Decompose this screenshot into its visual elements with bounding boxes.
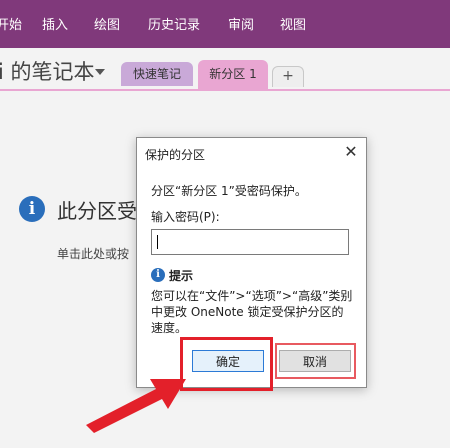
ribbon-tab-home[interactable]: 开始 xyxy=(0,14,22,33)
add-section-button[interactable]: + xyxy=(272,66,304,87)
password-input[interactable] xyxy=(151,229,349,255)
tip-heading: 提示 xyxy=(169,269,194,283)
ribbon-tab-history[interactable]: 历史记录 xyxy=(148,14,200,33)
notebook-title[interactable]: i 的笔记本 xyxy=(0,56,95,86)
cancel-button-highlight xyxy=(275,343,356,379)
ribbon-tab-insert[interactable]: 插入 xyxy=(42,14,68,33)
close-icon[interactable]: ✕ xyxy=(340,141,362,163)
text-cursor xyxy=(157,235,158,249)
info-icon: i xyxy=(19,196,45,222)
password-label: 输入密码(P): xyxy=(151,210,220,224)
onenote-window: 开始 插入 绘图 历史记录 审阅 视图 i 的笔记本 快速笔记 新分区 1 + … xyxy=(0,0,450,448)
tip-info-icon: i xyxy=(151,268,165,282)
ribbon-menu-bar: 开始 插入 绘图 历史记录 审阅 视图 xyxy=(0,0,450,48)
tip-line: 速度。 xyxy=(151,321,188,335)
tip-body: 您可以在“文件”>“选项”>“高级”类别 中更改 OneNote 锁定受保护分区… xyxy=(151,288,361,336)
dropdown-caret-icon[interactable] xyxy=(95,69,105,75)
ribbon-tab-review[interactable]: 审阅 xyxy=(228,14,254,33)
tip-line: 中更改 OneNote 锁定受保护分区的 xyxy=(151,305,344,319)
tab-new-section-1[interactable]: 新分区 1 xyxy=(198,60,268,90)
tip-line: 您可以在“文件”>“选项”>“高级”类别 xyxy=(151,289,353,303)
ribbon-tab-draw[interactable]: 绘图 xyxy=(94,14,120,33)
pointer-arrow-icon xyxy=(86,379,186,433)
tab-quick-notes[interactable]: 快速笔记 xyxy=(121,62,193,86)
ribbon-tab-view[interactable]: 视图 xyxy=(280,14,306,33)
dialog-message: 分区“新分区 1”受密码保护。 xyxy=(151,184,307,198)
locked-section-hint[interactable]: 单击此处或按 xyxy=(57,245,129,262)
locked-section-title: 此分区受 xyxy=(57,199,137,223)
dialog-title: 保护的分区 xyxy=(145,148,206,162)
